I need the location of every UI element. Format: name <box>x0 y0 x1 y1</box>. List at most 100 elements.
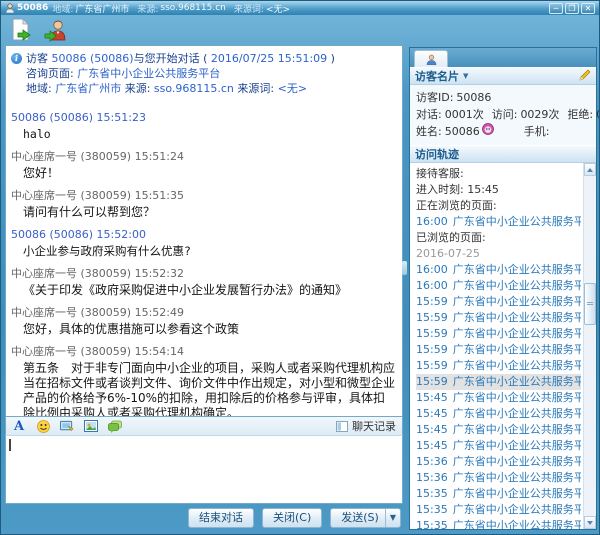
chat-log[interactable]: i 访客 50086 (50086)与您开始对话 ( 2016/07/25 15… <box>5 45 403 417</box>
trail-entry[interactable]: 15:35广东省中小企业公共服务平台 <box>416 486 581 502</box>
chat-window: 50086 地域: 广东省广州市 来源: sso.968115.cn 来源词: … <box>0 0 600 535</box>
session-page-link[interactable]: 广东省中小企业公共服务平台 <box>77 67 220 80</box>
chat-message: 中心座席一号 (380059) 15:54:14第五条 对于非专门面向中小企业的… <box>11 345 397 417</box>
close-button-bottom[interactable]: 关闭(C) <box>262 508 322 528</box>
visitor-card-body: 访客ID: 50086 对话: 0001次 访问: 0029次 拒绝: 0000… <box>410 85 596 145</box>
trail-enter-time: 15:45 <box>467 183 499 196</box>
visits-label: 访问: <box>492 106 518 123</box>
visitor-id-value: 50086 <box>456 89 491 106</box>
trail-entry[interactable]: 16:00广东省中小企业公共服务平台 <box>416 278 581 294</box>
titlebar-keyword-value: <无> <box>266 2 290 15</box>
scrollbar-thumb[interactable] <box>584 283 596 325</box>
edit-card-button[interactable] <box>579 69 591 84</box>
trail-entry[interactable]: 15:45广东省中小企业公共服务平台 <box>416 390 581 406</box>
trail-entry[interactable]: 15:59广东省中小企业公共服务平台 <box>416 310 581 326</box>
trail-entry[interactable]: 15:36广东省中小企业公共服务平台 <box>416 454 581 470</box>
session-suffix: ) <box>327 52 335 65</box>
chats-label: 对话: <box>416 106 442 123</box>
message-sender-time: 50086 (50086) 15:51:23 <box>11 111 397 124</box>
screen-capture-button[interactable] <box>60 419 74 433</box>
arrow-up-icon <box>587 168 593 172</box>
message-sender-time: 中心座席一号 (380059) 15:51:24 <box>11 150 397 163</box>
close-button[interactable]: ✕ <box>581 3 595 14</box>
screen-capture-icon <box>60 420 74 433</box>
message-text: 您好！ <box>23 166 397 181</box>
trail-entry[interactable]: 15:35广东省中小企业公共服务平台 <box>416 518 581 529</box>
maximize-button[interactable]: ❐ <box>565 3 579 14</box>
chat-message: 中心座席一号 (380059) 15:52:32《关于印发《政府采购促进中小企业… <box>11 267 397 298</box>
phone-label: 手机: <box>524 123 550 140</box>
trail-entry[interactable]: 15:45广东省中小企业公共服务平台 <box>416 422 581 438</box>
trail-entry[interactable]: 15:45广东省中小企业公共服务平台 <box>416 438 581 454</box>
export-conversation-button[interactable] <box>8 18 34 42</box>
name-label: 姓名: <box>416 123 442 140</box>
transfer-visitor-button[interactable] <box>43 18 69 42</box>
text-caret <box>9 439 11 451</box>
trail-entry[interactable]: 15:59广东省中小企业公共服务平台 <box>416 326 581 342</box>
titlebar-visitor-icon <box>5 3 15 13</box>
message-input[interactable] <box>5 436 403 504</box>
titlebar-source-label: 来源: <box>137 2 158 15</box>
session-page-label: 咨询页面: <box>26 67 77 80</box>
panel-splitter[interactable] <box>402 261 407 275</box>
session-region-label: 地域: <box>26 82 55 95</box>
visitor-id-label: 访客ID: <box>416 89 453 106</box>
info-icon: i <box>11 53 22 64</box>
scroll-down-button[interactable] <box>584 516 596 529</box>
trail-current-label: 正在浏览的页面: <box>416 198 581 214</box>
session-source-label: 来源: <box>125 82 154 95</box>
message-text: 第五条 对于非专门面向中小企业的项目，采购人或者采购代理机构应当在招标文件或者谈… <box>23 361 397 417</box>
person-tab-icon <box>426 54 437 65</box>
message-text: halo <box>23 127 397 142</box>
session-keyword-label: 来源词: <box>237 82 277 95</box>
trail-entry[interactable]: 15:59广东省中小企业公共服务平台 <box>416 374 581 390</box>
trail-entry[interactable]: 15:59广东省中小企业公共服务平台 <box>416 358 581 374</box>
visitor-panel: 访客名片 ▼ 访客ID: 50086 对话: 0001次 访问: 0029次 拒… <box>409 47 597 530</box>
quick-reply-button[interactable] <box>108 419 122 433</box>
send-button-label: 发送(S) <box>341 509 379 527</box>
visitor-avatar-icon <box>482 123 494 140</box>
tab-visitor-info[interactable] <box>414 50 448 67</box>
chat-history-icon[interactable] <box>336 421 348 432</box>
trail-entry[interactable]: 15:35广东省中小企业公共服务平台 <box>416 502 581 518</box>
trail-entry[interactable]: 16:00广东省中小企业公共服务平台 <box>416 262 581 278</box>
main-toolbar <box>1 15 599 44</box>
chat-message: 中心座席一号 (380059) 15:51:35请问有什么可以帮到您？ <box>11 189 397 220</box>
trail-scrollbar[interactable] <box>583 163 596 529</box>
chat-history-label[interactable]: 聊天记录 <box>352 418 396 434</box>
chevron-down-icon: ▼ <box>463 72 468 80</box>
chat-message: 50086 (50086) 15:52:00小企业参与政府采购有什么优惠? <box>11 228 397 259</box>
send-options-dropdown[interactable]: ▼ <box>385 509 400 527</box>
trail-enter-label: 进入时刻: <box>416 183 467 196</box>
send-button[interactable]: 发送(S) ▼ <box>330 508 401 528</box>
scroll-up-button[interactable] <box>584 163 596 176</box>
titlebar-source-value: sso.968115.cn <box>160 3 225 13</box>
trail-entry[interactable]: 15:45广东省中小企业公共服务平台 <box>416 406 581 422</box>
session-prefix: 访客 <box>26 52 52 65</box>
titlebar-keyword-label: 来源词: <box>234 2 264 15</box>
action-bar: 结束对话 关闭(C) 发送(S) ▼ <box>5 504 403 531</box>
arrow-down-icon <box>587 521 593 525</box>
font-icon: A <box>14 420 24 433</box>
font-button[interactable]: A <box>12 419 26 433</box>
message-text: 《关于印发《政府采购促进中小企业发展暂行办法》的通知》 <box>23 283 397 298</box>
visits-value: 0029次 <box>520 106 559 123</box>
visitor-panel-tabbar <box>410 48 596 67</box>
message-text: 请问有什么可以帮到您？ <box>23 205 397 220</box>
chat-message: 中心座席一号 (380059) 15:52:49您好，具体的优惠措施可以参看这个… <box>11 306 397 337</box>
end-conversation-button[interactable]: 结束对话 <box>188 508 254 528</box>
trail-entry[interactable]: 15:59广东省中小企业公共服务平台 <box>416 294 581 310</box>
chat-message: 中心座席一号 (380059) 15:51:24 您好！ <box>11 150 397 181</box>
trail-date: 2016-07-25 <box>416 246 581 262</box>
send-image-button[interactable] <box>84 419 98 433</box>
trail-current-page[interactable]: 16:00广东省中小企业公共服务平台 <box>416 214 581 230</box>
titlebar-region-label: 地域: <box>52 2 73 15</box>
message-text: 您好，具体的优惠措施可以参看这个政策 <box>23 322 397 337</box>
minimize-button[interactable]: ─ <box>549 3 563 14</box>
titlebar: 50086 地域: 广东省广州市 来源: sso.968115.cn 来源词: … <box>1 1 599 15</box>
message-text: 小企业参与政府采购有什么优惠? <box>23 244 397 259</box>
emoticon-button[interactable] <box>36 419 50 433</box>
trail-entry[interactable]: 15:36广东省中小企业公共服务平台 <box>416 470 581 486</box>
trail-entry[interactable]: 15:59广东省中小企业公共服务平台 <box>416 342 581 358</box>
visitor-card-title[interactable]: 访客名片 <box>415 68 459 84</box>
